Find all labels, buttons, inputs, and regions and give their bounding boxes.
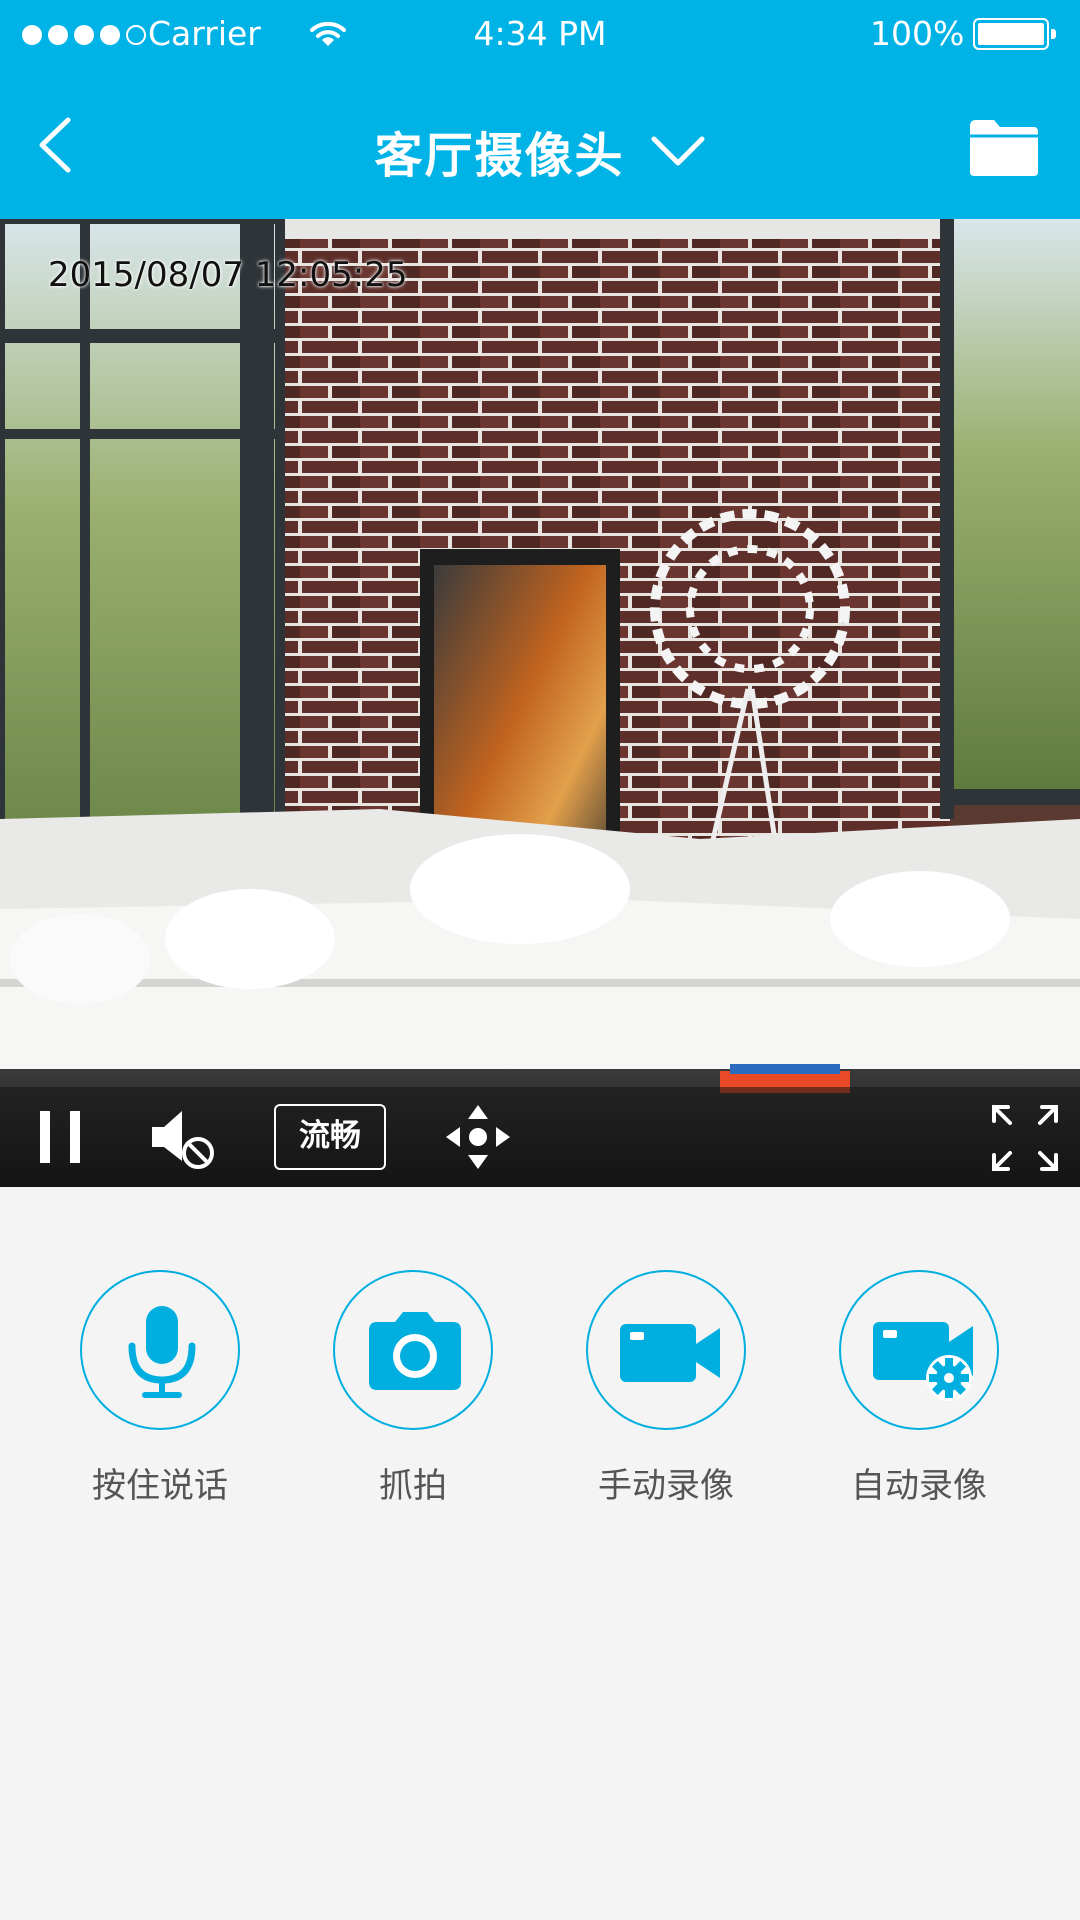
live-video-frame xyxy=(0,219,1080,1187)
camera-selector[interactable]: 客厅摄像头 xyxy=(0,116,1080,186)
snapshot-button[interactable]: 抓拍 xyxy=(303,1270,523,1507)
microphone-icon xyxy=(128,1306,196,1398)
folder-icon xyxy=(970,120,1038,176)
video-timestamp: 2015/08/07 12:05:25 xyxy=(48,255,408,295)
action-buttons: 按住说话 抓拍 手动录像 自动录像 xyxy=(0,1270,1080,1510)
video-player[interactable]: 2015/08/07 12:05:25 流畅 xyxy=(0,219,1080,1187)
folder-button[interactable] xyxy=(966,116,1042,178)
video-camera-settings-icon xyxy=(873,1322,973,1401)
quality-button[interactable]: 流畅 xyxy=(274,1104,386,1170)
fullscreen-button[interactable] xyxy=(990,1103,1060,1173)
battery-icon xyxy=(973,18,1056,50)
fullscreen-icon xyxy=(992,1105,1058,1171)
speaker-muted-icon xyxy=(152,1111,214,1169)
action-label: 自动录像 xyxy=(851,1466,987,1506)
pause-button[interactable] xyxy=(36,1107,86,1167)
chevron-down-icon xyxy=(651,136,705,166)
push-to-talk-button[interactable]: 按住说话 xyxy=(50,1270,270,1507)
mute-button[interactable] xyxy=(148,1105,218,1171)
status-bar: Carrier 4:34 PM 100% xyxy=(0,0,1080,70)
battery-percent: 100% xyxy=(870,14,965,53)
camera-icon xyxy=(369,1312,461,1390)
action-label: 按住说话 xyxy=(92,1466,228,1506)
video-camera-icon xyxy=(620,1324,720,1382)
top-bar: Carrier 4:34 PM 100% 客厅摄像头 xyxy=(0,0,1080,219)
nav-bar: 客厅摄像头 xyxy=(0,70,1080,219)
action-label: 抓拍 xyxy=(379,1466,447,1506)
auto-record-button[interactable]: 自动录像 xyxy=(809,1270,1029,1507)
ptz-control-button[interactable] xyxy=(444,1103,512,1171)
manual-record-button[interactable]: 手动录像 xyxy=(556,1270,776,1507)
pause-icon xyxy=(40,1111,50,1163)
direction-pad-icon xyxy=(446,1105,510,1169)
video-control-bar: 流畅 xyxy=(0,1087,1080,1187)
action-label: 手动录像 xyxy=(598,1466,734,1506)
page-title: 客厅摄像头 xyxy=(374,128,625,184)
